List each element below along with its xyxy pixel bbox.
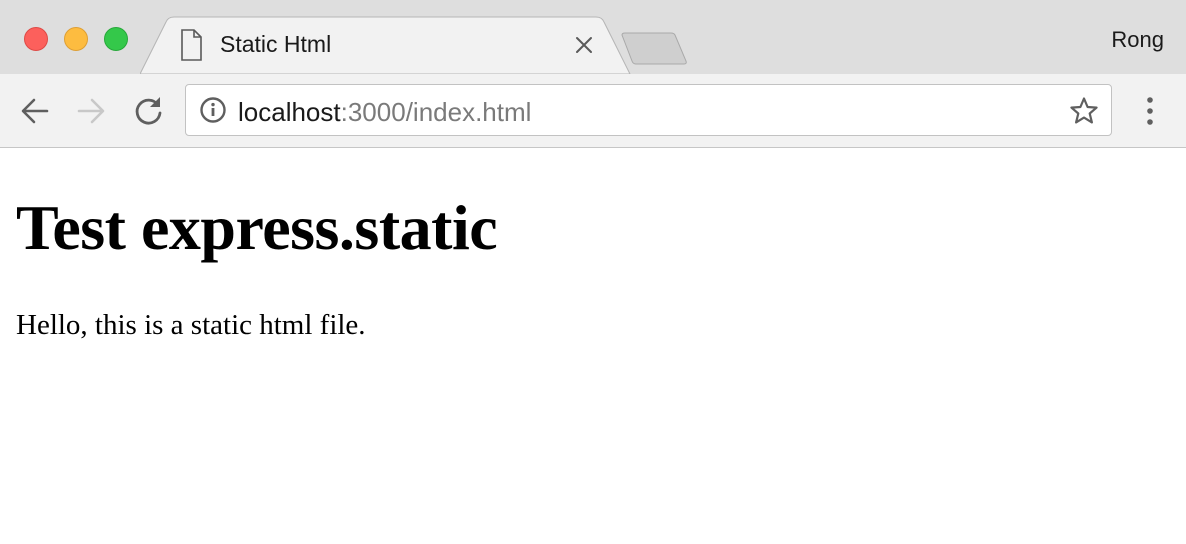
browser-toolbar: localhost:3000/index.html bbox=[0, 74, 1186, 148]
info-icon[interactable] bbox=[199, 96, 227, 124]
arrow-left-icon[interactable] bbox=[18, 94, 52, 128]
tab-title: Static Html bbox=[220, 31, 332, 57]
tab-static-html[interactable]: Static Html bbox=[168, 17, 608, 74]
tab-strip: Static Html Rong bbox=[0, 0, 1186, 75]
more-vertical-icon[interactable] bbox=[1140, 94, 1160, 128]
close-icon[interactable] bbox=[574, 35, 594, 55]
window-maximize-button[interactable] bbox=[104, 27, 128, 51]
page-heading: Test express.static bbox=[16, 192, 498, 263]
address-bar[interactable]: localhost:3000/index.html bbox=[185, 84, 1112, 136]
window-minimize-button[interactable] bbox=[64, 27, 88, 51]
reload-icon[interactable] bbox=[131, 94, 165, 128]
url-host: localhost bbox=[238, 97, 341, 127]
arrow-right-icon[interactable] bbox=[74, 94, 108, 128]
page-icon bbox=[181, 29, 202, 61]
window-close-button[interactable] bbox=[24, 27, 48, 51]
new-tab-button[interactable] bbox=[620, 32, 690, 66]
profile-name[interactable]: Rong bbox=[1111, 27, 1164, 53]
page-content: Test express.static Hello, this is a sta… bbox=[0, 148, 1186, 544]
url-path: :3000/index.html bbox=[340, 97, 532, 127]
url-text[interactable]: localhost:3000/index.html bbox=[238, 97, 531, 128]
star-icon[interactable] bbox=[1069, 96, 1099, 126]
page-paragraph: Hello, this is a static html file. bbox=[16, 309, 366, 341]
